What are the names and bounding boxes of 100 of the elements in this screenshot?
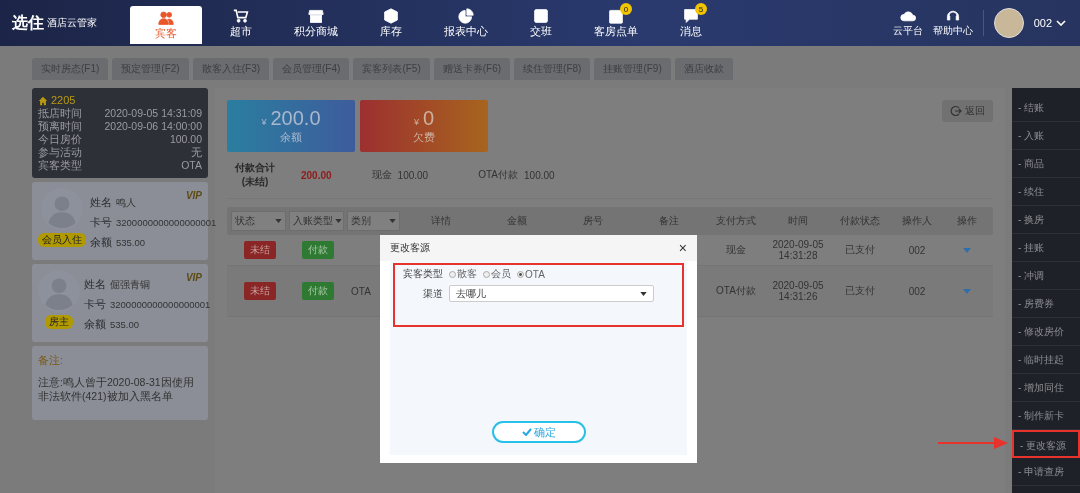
status-tag: 未结 bbox=[244, 282, 276, 300]
field-value: 3200000000000000001 bbox=[116, 217, 217, 228]
payment-amount: 100.00 bbox=[397, 169, 429, 181]
action-item[interactable]: - 入账 bbox=[1012, 122, 1080, 150]
action-item[interactable]: - 续住 bbox=[1012, 178, 1080, 206]
user-menu[interactable]: 002 bbox=[1033, 17, 1052, 29]
chevron-down-icon[interactable] bbox=[1056, 20, 1066, 26]
chat-icon bbox=[683, 7, 699, 24]
headset-icon bbox=[944, 8, 961, 24]
dialog-title: 更改客源 bbox=[390, 241, 430, 255]
check-icon bbox=[521, 427, 532, 436]
cart-icon bbox=[233, 7, 249, 24]
nav-tab[interactable]: 库存 bbox=[355, 0, 427, 46]
nav-tab[interactable]: 交班 bbox=[505, 0, 577, 46]
field-label: 余额 bbox=[84, 318, 106, 332]
filter-dropdown[interactable]: 入账类型 bbox=[289, 211, 344, 231]
table-cell: OTA bbox=[351, 285, 371, 297]
table-cell: 002 bbox=[908, 285, 926, 297]
total-amount: 200.00 bbox=[301, 169, 332, 181]
field-value: 2020-09-06 14:00:00 bbox=[104, 120, 202, 133]
nav-tab[interactable]: 报表中心 bbox=[430, 0, 502, 46]
tool-link[interactable]: 云平台 bbox=[892, 8, 923, 38]
field-value: 2020-09-05 14:31:09 bbox=[104, 107, 202, 120]
pointer-arrow bbox=[938, 436, 1008, 450]
caret-icon bbox=[640, 291, 647, 296]
field-label: 卡号 bbox=[90, 216, 112, 230]
field-label: 预离时间 bbox=[38, 120, 82, 133]
field-label: 姓名 bbox=[90, 196, 112, 210]
vip-label: VIP bbox=[185, 272, 202, 283]
table-cell: 14:31:28 bbox=[778, 250, 818, 261]
nav-tab[interactable]: 5 消息 bbox=[655, 0, 727, 46]
avatar-circle[interactable] bbox=[993, 8, 1024, 38]
caret-icon bbox=[275, 219, 282, 223]
action-item[interactable]: - 临时挂起 bbox=[1012, 346, 1080, 374]
house-icon bbox=[38, 95, 48, 106]
remark-text: 注意:鸣人曾于2020-08-31因使用非法软件(421)被加入黑名单 bbox=[38, 376, 195, 404]
action-item[interactable]: - 更改客源 bbox=[1012, 430, 1080, 458]
action-item[interactable]: - 房费券 bbox=[1012, 290, 1080, 318]
brand-text: 酒店云管家 bbox=[47, 16, 97, 30]
field-label: 卡号 bbox=[84, 298, 106, 312]
table-cell: 002 bbox=[908, 244, 926, 256]
field-value: 535.00 bbox=[116, 237, 146, 248]
field-value: 无 bbox=[191, 146, 202, 159]
field-label: 余额 bbox=[90, 236, 112, 250]
confirm-button[interactable]: 确定 bbox=[491, 421, 586, 443]
total-label: 付款合计 bbox=[235, 161, 275, 175]
exit-icon bbox=[950, 105, 962, 117]
field-value: 鸣人 bbox=[116, 197, 136, 210]
action-item[interactable]: - 商品 bbox=[1012, 150, 1080, 178]
guest-role-label: 房主 bbox=[45, 315, 73, 329]
filter-dropdown[interactable]: 类别 bbox=[347, 211, 400, 231]
table-cell: 2020-09-05 bbox=[772, 239, 824, 250]
payment-label: OTA付款 bbox=[478, 168, 518, 182]
caret-icon bbox=[335, 219, 342, 223]
currency-sign: ¥ bbox=[261, 117, 267, 127]
count-badge: 0 bbox=[620, 3, 632, 15]
field-value: 535.00 bbox=[110, 319, 140, 330]
table-cell: 现金 bbox=[726, 243, 746, 257]
filter-dropdown[interactable]: 状态 bbox=[231, 211, 286, 231]
field-label: 参与活动 bbox=[38, 146, 82, 159]
field-value: 倔强青铜 bbox=[110, 279, 150, 292]
remark-label: 备注: bbox=[38, 354, 64, 368]
box-icon bbox=[383, 7, 399, 24]
action-item[interactable]: - 制作新卡 bbox=[1012, 402, 1080, 430]
action-item[interactable]: - 换房 bbox=[1012, 206, 1080, 234]
action-item[interactable]: - 冲调 bbox=[1012, 262, 1080, 290]
tool-link[interactable]: 帮助中心 bbox=[932, 8, 973, 38]
caret-icon bbox=[389, 219, 396, 223]
radio-option[interactable]: 会员 bbox=[483, 267, 511, 281]
action-item[interactable]: - 结账 bbox=[1012, 94, 1080, 122]
table-cell: 14:31:26 bbox=[778, 291, 818, 302]
entry-type-tag: 付款 bbox=[302, 282, 334, 300]
amount: 0 bbox=[422, 107, 435, 130]
radio-option[interactable]: OTA bbox=[517, 268, 545, 280]
nav-tab[interactable]: 宾客 bbox=[130, 6, 202, 44]
count-badge: 5 bbox=[695, 3, 707, 15]
field-label: 宾客类型 bbox=[38, 159, 82, 172]
payment-amount: 100.00 bbox=[524, 169, 555, 181]
table-cell: 已支付 bbox=[845, 243, 875, 257]
nav-tab[interactable]: 超市 bbox=[205, 0, 277, 46]
close-button[interactable]: × bbox=[678, 240, 687, 256]
nav-tab[interactable]: 积分商城 bbox=[280, 0, 352, 46]
field-value: OTA bbox=[181, 159, 202, 172]
payment-label: 现金 bbox=[371, 168, 392, 182]
channel-select[interactable]: 去哪儿 bbox=[449, 285, 654, 302]
action-item[interactable]: - 修改房价 bbox=[1012, 318, 1080, 346]
action-item[interactable]: - 挂账 bbox=[1012, 234, 1080, 262]
field-label: 渠道 bbox=[422, 286, 443, 301]
nav-tab[interactable]: 0 客房点单 bbox=[580, 0, 652, 46]
pie-chart-icon bbox=[458, 7, 474, 24]
vip-label: VIP bbox=[185, 190, 202, 201]
action-item[interactable]: - 申请查房 bbox=[1012, 458, 1080, 486]
field-label: 抵店时间 bbox=[38, 107, 82, 120]
guest-role-label: 会员入住 bbox=[38, 233, 86, 247]
action-item[interactable]: - 增加同住 bbox=[1012, 374, 1080, 402]
field-label: 宾客类型 bbox=[403, 267, 443, 281]
field-label: 今日房价 bbox=[38, 133, 82, 146]
radio-option[interactable]: 散客 bbox=[449, 267, 477, 281]
table-cell: 2020-09-05 bbox=[772, 280, 824, 291]
store-icon bbox=[308, 7, 324, 24]
